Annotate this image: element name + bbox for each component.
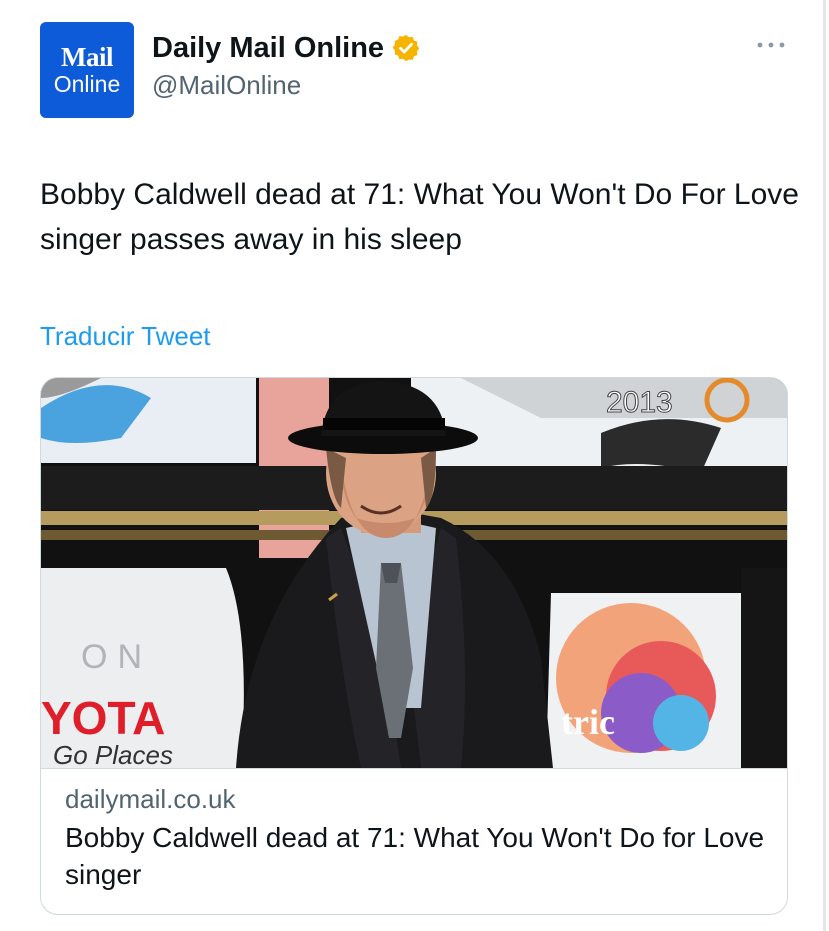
- avatar-line-1: Mail: [61, 41, 114, 72]
- account-names: Daily Mail Online @MailOnline: [152, 30, 421, 103]
- card-image: 2013 ON YOTA Go Places tric: [41, 378, 787, 768]
- scrollbar-thumb[interactable]: [823, 0, 826, 931]
- more-options-icon[interactable]: [756, 40, 786, 50]
- translate-tweet-link[interactable]: Traducir Tweet: [40, 320, 211, 352]
- image-sign-left-brand: YOTA: [41, 692, 165, 744]
- tweet-text: Bobby Caldwell dead at 71: What You Won'…: [40, 178, 799, 256]
- image-sign-right: tric: [561, 702, 615, 742]
- image-sign-left-top: ON: [81, 638, 152, 676]
- image-sign-left-tagline: Go Places: [53, 740, 173, 768]
- card-footer[interactable]: dailymail.co.uk Bobby Caldwell dead at 7…: [41, 768, 787, 914]
- account-handle[interactable]: @MailOnline: [152, 67, 421, 103]
- avatar-line-2: Online: [53, 70, 121, 97]
- avatar[interactable]: Mail Online: [40, 22, 134, 118]
- image-year-badge: 2013: [606, 386, 673, 419]
- display-name[interactable]: Daily Mail Online: [152, 30, 384, 66]
- card-domain: dailymail.co.uk: [65, 784, 236, 814]
- scrollbar[interactable]: [815, 0, 829, 931]
- verified-badge-icon[interactable]: [391, 33, 421, 63]
- display-name-row: Daily Mail Online: [152, 30, 421, 66]
- tweet-header: Mail Online Daily Mail Online @MailOnlin…: [40, 22, 790, 118]
- link-preview-card[interactable]: 2013 ON YOTA Go Places tric dailymail.co…: [40, 377, 788, 915]
- card-title: Bobby Caldwell dead at 71: What You Won'…: [65, 822, 765, 890]
